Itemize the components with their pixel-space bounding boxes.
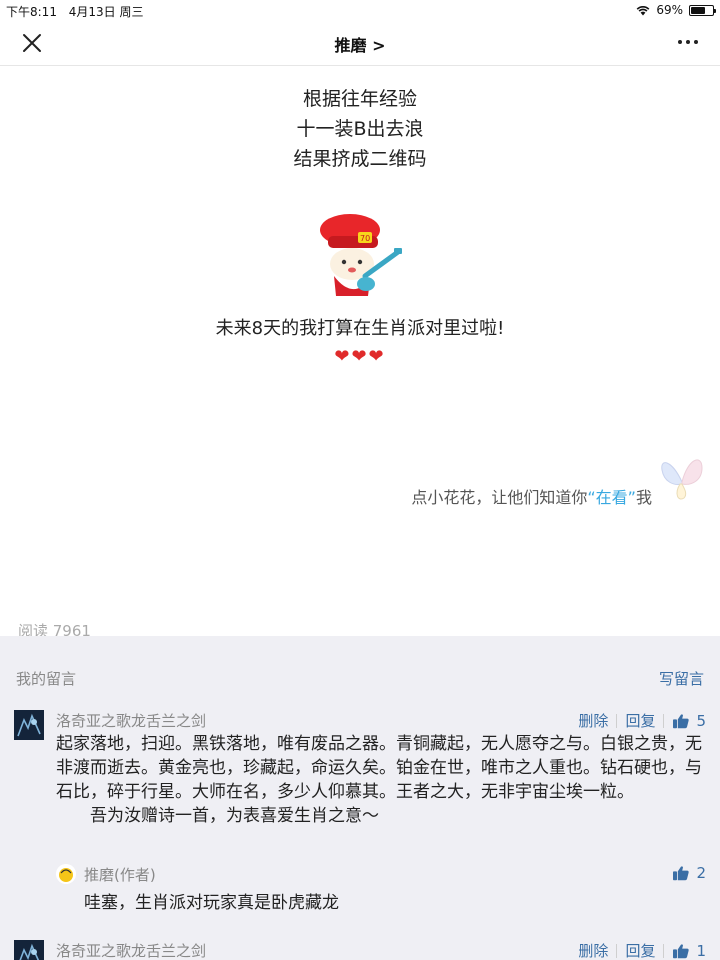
wifi-icon [636, 5, 650, 15]
status-time: 下午8:11 [6, 5, 57, 19]
comment-like-count: 5 [696, 711, 706, 730]
status-date: 4月13日 周三 [68, 5, 144, 19]
poem-line: 十一装B出去浪 [296, 118, 424, 140]
poem-line: 结果挤成二维码 [293, 148, 427, 170]
thumbs-up-icon [673, 866, 690, 881]
reply-author[interactable]: 推磨(作者) [84, 864, 156, 885]
nav-bar: 推磨 > [0, 20, 720, 66]
mascot-sticker-image: 70 [320, 214, 402, 296]
zaikan-suffix: 我 [635, 488, 652, 507]
comment-actions: 删除 回复 1 [578, 940, 706, 960]
comment-like-button[interactable]: 5 [672, 712, 706, 730]
comment-author[interactable]: 洛奇亚之歌龙舌兰之剑 [56, 710, 206, 731]
article-poem: 根据往年经验 十一装B出去浪 结果挤成二维码 [0, 84, 720, 174]
avatar[interactable] [14, 710, 44, 740]
nav-title[interactable]: 推磨 > [0, 32, 720, 56]
battery-percent: 69% [656, 3, 683, 17]
comment-text-2: 吾为汝赠诗一首，为表喜爱生肖之意～ [90, 806, 379, 826]
comment-like-count: 1 [696, 941, 706, 960]
comment-like-button[interactable]: 1 [672, 942, 706, 960]
hearts-text: ❤❤❤ [334, 346, 386, 367]
thumbs-up-icon [673, 713, 690, 728]
comments-header: 我的留言 [16, 670, 77, 688]
thumbs-up-icon [673, 943, 690, 958]
reply-like-count: 2 [696, 864, 706, 882]
delete-button[interactable]: 删除 [578, 710, 608, 731]
comment-author[interactable]: 洛奇亚之歌龙舌兰之剑 [56, 940, 206, 960]
comment-body: 起家落地，扫迎。黑铁落地，唯有废品之器。青铜藏起，无人愿夺之与。白银之贵，无非渡… [56, 732, 704, 828]
comment-actions: 删除 回复 5 [578, 710, 706, 731]
reply-button[interactable]: 回复 [625, 710, 655, 731]
status-right: 69% [636, 3, 716, 17]
reply-button[interactable]: 回复 [625, 940, 655, 960]
zaikan-prefix: 点小花花，让他们知道你 [411, 488, 588, 507]
hearts-emoji: ❤❤❤ [0, 346, 720, 367]
butterfly-icon [661, 459, 703, 500]
delete-button[interactable]: 删除 [578, 940, 608, 960]
svg-text:70: 70 [360, 234, 370, 243]
avatar[interactable] [56, 864, 76, 884]
zaikan-prompt: 点小花花，让他们知道你“在看”我 [411, 484, 652, 508]
avatar[interactable] [14, 940, 44, 960]
status-left: 下午8:11 4月13日 周三 [6, 3, 152, 20]
article-content: 根据往年经验 十一装B出去浪 结果挤成二维码 70 未来8天的我打算在生肖派对里… [0, 66, 720, 695]
poem-line: 根据往年经验 [302, 88, 417, 110]
battery-fill [691, 6, 706, 14]
comments-section: 我的留言 写留言 洛奇亚之歌龙舌兰之剑 删除 回复 5 起家落地，扫迎。黑铁落地… [0, 636, 720, 960]
divider [663, 943, 665, 958]
zaikan-highlight: “在看” [587, 488, 636, 507]
status-bar: 下午8:11 4月13日 周三 69% [0, 0, 720, 20]
reply-like-button[interactable]: 2 [672, 864, 706, 882]
more-icon[interactable] [676, 32, 700, 52]
divider [616, 943, 618, 958]
divider [616, 713, 618, 728]
sticker-caption: 未来8天的我打算在生肖派对里过啦! [215, 318, 505, 339]
divider [663, 713, 665, 728]
write-comment-button[interactable]: 写留言 [659, 668, 704, 689]
reply-text: 哇塞，生肖派对玩家真是卧虎藏龙 [84, 893, 339, 913]
battery-icon [689, 4, 716, 16]
comment-text: 起家落地，扫迎。黑铁落地，唯有废品之器。青铜藏起，无人愿夺之与。白银之贵，无非渡… [56, 734, 702, 802]
